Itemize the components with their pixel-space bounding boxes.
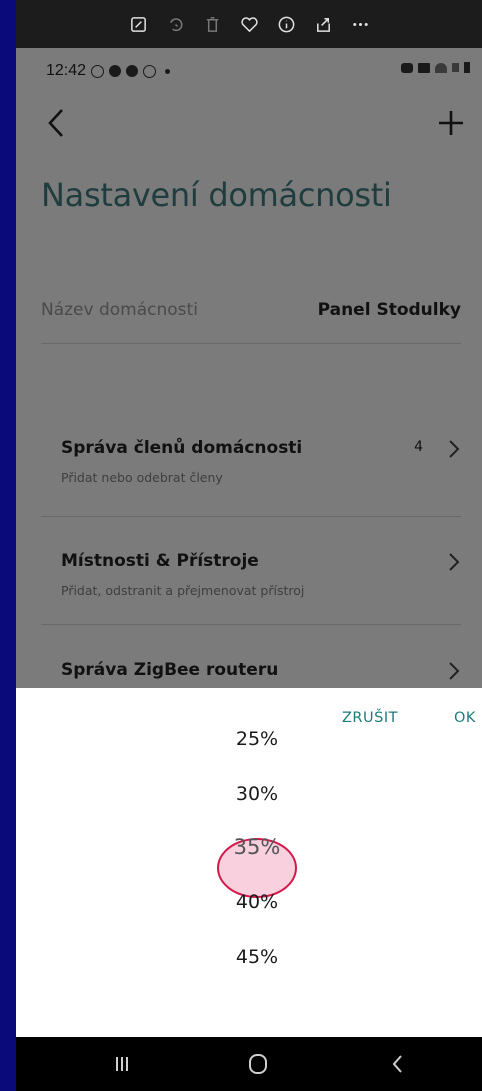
timer-icon [143,64,157,78]
edit-icon[interactable] [120,0,157,48]
household-name-row[interactable]: Název domácnosti Panel Stodulky [41,296,461,342]
menu-item-rooms-devices[interactable]: Místnosti & Přístroje Přidat, odstranit … [41,551,461,621]
menu-item-subtitle: Přidat, odstranit a přejmenovat přístroj [61,583,305,598]
home-button[interactable] [238,1051,278,1077]
page-title: Nastavení domácnosti [41,176,392,214]
divider [41,624,461,625]
divider [41,343,461,344]
delete-icon[interactable] [194,0,231,48]
household-name-value: Panel Stodulky [317,300,461,320]
status-bar: 12:42 [16,48,482,94]
status-left: 12:42 [46,62,171,80]
signal-icon [452,63,459,72]
picker-option[interactable]: 30% [16,783,482,805]
menu-item-members[interactable]: Správa členů domácnosti Přidat nebo odeb… [41,438,461,508]
back-button[interactable] [44,106,68,140]
chevron-left-icon [48,109,63,137]
alarm-icon [401,62,413,73]
picker-option-selected[interactable]: 35% [16,835,482,859]
sync-icon [91,64,105,78]
menu-item-subtitle: Přidat nebo odebrat členy [61,470,223,485]
picker-option[interactable]: 45% [16,946,482,968]
picker-option[interactable]: 25% [16,728,482,750]
rotate-icon[interactable] [157,0,194,48]
system-navigation-bar [16,1037,482,1091]
more-notifications-dot [165,68,171,74]
add-button[interactable] [436,106,466,140]
heart-icon[interactable] [231,0,268,48]
notification-icon [109,65,122,77]
member-count: 4 [414,439,423,455]
picker-option[interactable]: 40% [16,891,482,913]
divider [41,516,461,517]
cancel-button[interactable]: ZRUŠIT [342,710,398,726]
recent-apps-button[interactable] [102,1051,142,1077]
chevron-right-icon [447,438,461,460]
phone-screen: 12:42 Nastavení domácnosti Název domácno… [16,0,482,1091]
top-toolbar [16,0,482,48]
menu-item-title: Správa ZigBee routeru [61,660,279,680]
back-nav-button[interactable] [378,1051,418,1077]
chevron-right-icon [447,551,461,573]
mute-icon [418,62,430,73]
percentage-picker-sheet: ZRUŠIT OK 25% 30% 35% 40% 45% [16,688,482,1037]
chevron-right-icon [447,660,461,682]
battery-icon [464,62,470,73]
info-icon[interactable] [268,0,305,48]
ok-button[interactable]: OK [454,710,476,726]
menu-item-title: Místnosti & Přístroje [61,551,259,571]
back-icon [392,1055,402,1073]
home-icon [249,1054,267,1074]
status-right [401,62,470,73]
plus-icon [439,111,463,135]
household-settings-screen: 12:42 Nastavení domácnosti Název domácno… [16,48,482,688]
wifi-icon [435,62,447,73]
household-name-label: Název domácnosti [41,300,198,320]
recent-apps-icon [116,1057,128,1071]
more-icon[interactable] [342,0,379,48]
status-time: 12:42 [46,62,87,79]
notification-icon [126,65,139,77]
menu-item-title: Správa členů domácnosti [61,438,303,458]
share-icon[interactable] [305,0,342,48]
